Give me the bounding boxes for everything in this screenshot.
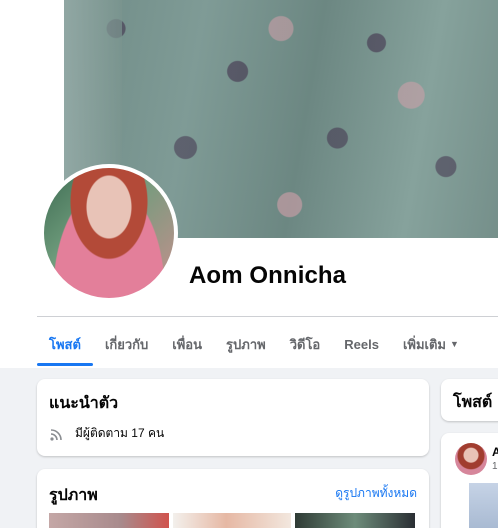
post-card: A 1 [441, 433, 498, 528]
post-author-avatar[interactable] [455, 443, 487, 475]
tab-about[interactable]: เกี่ยวกับ [93, 322, 160, 366]
tab-posts[interactable]: โพสต์ [37, 322, 93, 366]
rss-feed-icon [50, 428, 62, 441]
followers-count-text: มีผู้ติดตาม 17 คน [75, 426, 165, 440]
photo-thumbnail[interactable] [295, 513, 415, 528]
tab-more[interactable]: เพิ่มเติม ▼ [391, 322, 471, 366]
tab-reels[interactable]: Reels [332, 322, 391, 366]
profile-tabs: โพสต์ เกี่ยวกับ เพื่อน รูปภาพ วิดีโอ Ree… [37, 322, 471, 366]
post-timestamp[interactable]: 1 [492, 461, 498, 472]
posts-header-card: โพสต์ [441, 379, 498, 421]
intro-card: แนะนำตัว มีผู้ติดตาม 17 คน [37, 379, 429, 456]
intro-title: แนะนำตัว [49, 395, 119, 412]
tab-friends-label: เพื่อน [172, 336, 203, 352]
tab-videos[interactable]: วิดีโอ [278, 322, 333, 366]
profile-name: Aom Onnicha [189, 262, 347, 289]
tab-posts-label: โพสต์ [49, 336, 81, 352]
profile-avatar[interactable] [40, 164, 178, 302]
tab-photos[interactable]: รูปภาพ [214, 322, 278, 366]
tab-videos-label: วิดีโอ [289, 336, 321, 352]
tab-reels-label: Reels [344, 336, 379, 352]
caret-down-icon: ▼ [450, 339, 459, 349]
header-divider [37, 316, 498, 317]
photo-thumbnail[interactable] [173, 513, 291, 528]
see-all-photos-link[interactable]: ดูรูปภาพทั้งหมด [335, 484, 417, 503]
post-image[interactable] [469, 483, 498, 528]
tab-photos-label: รูปภาพ [226, 336, 266, 352]
photo-thumbnail[interactable] [49, 513, 169, 528]
post-author-name[interactable]: A [492, 445, 498, 459]
tab-about-label: เกี่ยวกับ [104, 336, 149, 352]
photos-card: รูปภาพ ดูรูปภาพทั้งหมด [37, 469, 429, 528]
photos-title: รูปภาพ [49, 487, 98, 504]
tab-more-label: เพิ่มเติม [402, 336, 446, 352]
followers-row: มีผู้ติดตาม 17 คน [49, 424, 164, 443]
posts-title: โพสต์ [453, 394, 493, 411]
tab-friends[interactable]: เพื่อน [160, 322, 214, 366]
